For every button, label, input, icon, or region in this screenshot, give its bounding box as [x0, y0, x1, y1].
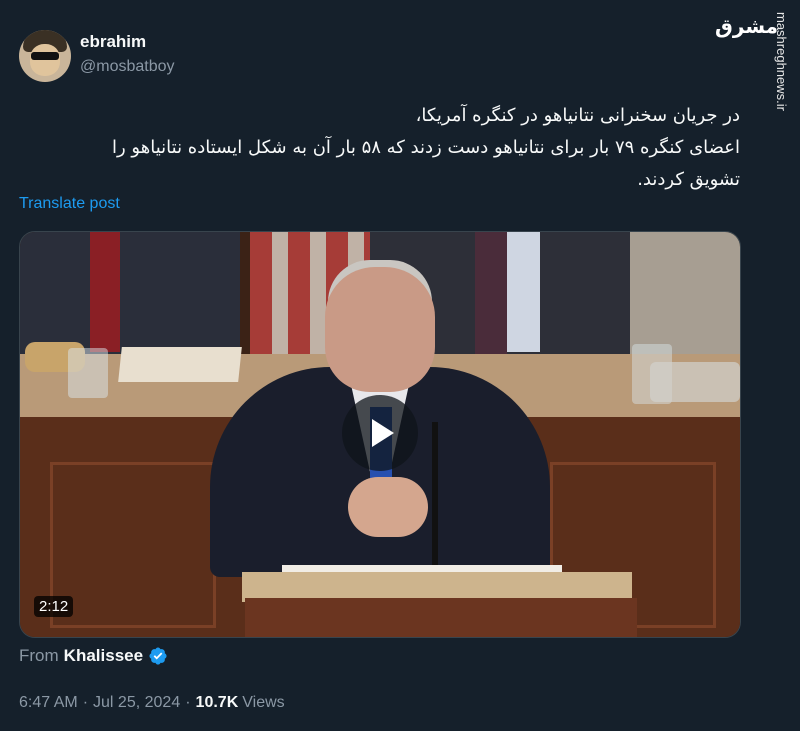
video-player[interactable]: 2:12 [19, 231, 741, 638]
tweet: ebrahim @mosbatboy در جریان سخنرانی نتان… [0, 0, 760, 731]
tweet-text-line: اعضای کنگره ۷۹ بار برای نتانیاهو دست زدن… [112, 137, 740, 158]
views-label: Views [242, 694, 285, 711]
avatar-face [30, 44, 60, 76]
video-frame-detail [475, 232, 507, 357]
verified-badge-icon [149, 647, 167, 665]
video-duration: 2:12 [34, 596, 74, 617]
video-frame-podium [245, 598, 637, 637]
tweet-text: در جریان سخنرانی نتانیاهو در کنگره آمریک… [20, 100, 740, 196]
video-frame-background [20, 232, 240, 357]
views-count: 10.7K [195, 694, 239, 711]
post-date-link[interactable]: Jul 25, 2024 [93, 694, 180, 712]
from-account-link[interactable]: Khalissee [64, 646, 143, 666]
tweet-text-line: تشویق کردند. [637, 169, 740, 190]
video-frame-detail [50, 462, 216, 628]
post-time-link[interactable]: 6:47 AM [19, 694, 78, 712]
tweet-text-line: در جریان سخنرانی نتانیاهو در کنگره آمریک… [415, 105, 740, 126]
author-handle[interactable]: @mosbatboy [80, 58, 175, 76]
video-frame-detail [650, 362, 740, 402]
play-icon [372, 419, 394, 447]
video-frame-detail [630, 232, 740, 362]
play-button[interactable] [342, 395, 418, 471]
video-frame-detail [90, 232, 120, 352]
video-attribution: From Khalissee [19, 646, 168, 666]
from-label: From [19, 646, 59, 665]
translate-post-link[interactable]: Translate post [19, 195, 120, 213]
watermark-url: mashreghnews.ir [774, 12, 789, 111]
meta-separator: · [82, 694, 89, 711]
video-frame-detail [118, 347, 242, 382]
video-frame-speaker [325, 267, 435, 392]
video-frame-detail [68, 348, 108, 398]
video-frame-speaker [348, 477, 428, 537]
avatar[interactable] [19, 30, 71, 82]
meta-separator: · [185, 694, 191, 711]
author-display-name[interactable]: ebrahim [80, 32, 146, 52]
avatar-sunglasses [31, 52, 59, 60]
tweet-meta: 6:47 AM · Jul 25, 2024 · 10.7K Views [19, 694, 285, 712]
